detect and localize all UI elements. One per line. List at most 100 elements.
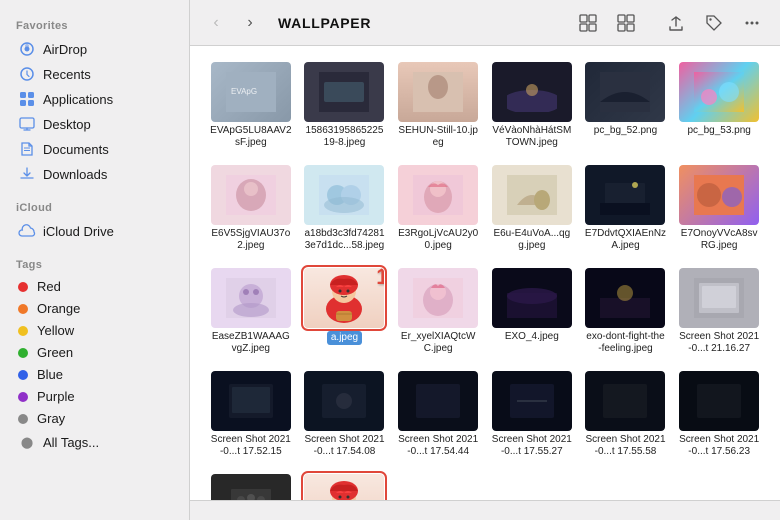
file-thumbnail	[211, 268, 291, 328]
file-name: 15863195865225 19-8.jpeg	[304, 125, 386, 149]
sidebar-item-applications[interactable]: Applications	[6, 87, 183, 111]
sidebar-item-airdrop[interactable]: AirDrop	[6, 37, 183, 61]
tag-red-label: Red	[37, 279, 61, 294]
file-item[interactable]: Screen Shot 2021-0...t 17.52.15	[206, 367, 296, 462]
file-item[interactable]: 15863195865225 19-8.jpeg	[300, 58, 390, 153]
file-thumbnail	[398, 165, 478, 225]
file-item[interactable]: E3RgoLjVcAU2y00.jpeg	[393, 161, 483, 256]
file-name: Screen Shot 2021-0...t 17.55.58	[585, 434, 667, 458]
view-grid-button[interactable]	[572, 9, 604, 37]
file-thumbnail	[585, 371, 665, 431]
file-item[interactable]: pc_bg_52.png	[581, 58, 671, 153]
sidebar-item-recents-label: Recents	[43, 67, 91, 82]
file-name-selected-1: a.jpeg	[327, 331, 362, 345]
file-name: VéVàoNhàHátSMTOWN.jpeg	[491, 125, 573, 149]
file-item[interactable]: Er_xyelXIAQtcWC.jpeg	[393, 264, 483, 359]
sidebar-item-icloud-label: iCloud Drive	[43, 224, 114, 239]
sidebar-item-applications-label: Applications	[43, 92, 113, 107]
file-thumbnail	[304, 62, 384, 122]
file-item[interactable]: EaseZB1WAAAGvgZ.jpeg	[206, 264, 296, 359]
recents-icon	[18, 65, 36, 83]
sidebar-item-desktop[interactable]: Desktop	[6, 112, 183, 136]
file-thumbnail	[492, 268, 572, 328]
tag-blue-label: Blue	[37, 367, 63, 382]
sidebar-item-tag-green[interactable]: Green	[6, 342, 183, 363]
file-item[interactable]: EXO_4.jpeg	[487, 264, 577, 359]
file-item[interactable]: pc_bg_53.png	[674, 58, 764, 153]
file-thumbnail	[492, 371, 572, 431]
all-tags-icon: ⬤	[18, 433, 36, 451]
tag-green-dot	[18, 348, 28, 358]
more-button[interactable]	[736, 9, 768, 37]
file-item[interactable]: wp4049008.jpeg	[206, 470, 296, 500]
file-name: a18bd3c3fd742813e7d1dc...58.jpeg	[304, 228, 386, 252]
badge-1: 1	[376, 268, 384, 290]
sidebar-item-documents[interactable]: Documents	[6, 137, 183, 161]
file-name: pc_bg_53.png	[687, 125, 750, 137]
file-name: Screen Shot 2021-0...t 17.55.27	[491, 434, 573, 458]
tag-orange-label: Orange	[37, 301, 80, 316]
file-name: Screen Shot 2021-0...t 17.54.44	[397, 434, 479, 458]
file-item[interactable]: E7OnoyVVcA8svRG.jpeg	[674, 161, 764, 256]
file-item[interactable]: Screen Shot 2021-0...t 21.16.27	[674, 264, 764, 359]
file-item[interactable]: E7DdvtQXIAEnNzA.jpeg	[581, 161, 671, 256]
file-thumbnail	[492, 165, 572, 225]
file-thumbnail	[585, 268, 665, 328]
file-item[interactable]: SEHUN-Still-10.jpeg	[393, 58, 483, 153]
file-item[interactable]: Screen Shot 2021-0...t 17.54.08	[300, 367, 390, 462]
sidebar-item-tag-red[interactable]: Red	[6, 276, 183, 297]
forward-button[interactable]: ›	[236, 9, 264, 37]
file-item[interactable]: E6V5SjgVIAU37o2.jpeg	[206, 161, 296, 256]
file-name: Screen Shot 2021-0...t 21.16.27	[678, 331, 760, 355]
file-thumbnail	[585, 165, 665, 225]
file-name: Screen Shot 2021-0...t 17.56.23	[678, 434, 760, 458]
icloud-icon	[18, 222, 36, 240]
file-item-selected-1[interactable]: 1 a.jpeg	[300, 264, 390, 359]
file-thumbnail	[492, 62, 572, 122]
file-thumbnail	[398, 62, 478, 122]
toolbar: ‹ › WALLPAPER	[190, 0, 780, 46]
sidebar-item-tag-blue[interactable]: Blue	[6, 364, 183, 385]
file-item[interactable]: VéVàoNhàHátSMTOWN.jpeg	[487, 58, 577, 153]
tag-button[interactable]	[698, 9, 730, 37]
file-item[interactable]: E6u-E4uVoA...qgg.jpeg	[487, 161, 577, 256]
sidebar-item-all-tags[interactable]: ⬤ All Tags...	[6, 430, 183, 454]
file-item[interactable]: Screen Shot 2021-0...t 17.56.23	[674, 367, 764, 462]
sidebar-item-downloads[interactable]: Downloads	[6, 162, 183, 186]
sidebar-item-downloads-label: Downloads	[43, 167, 107, 182]
tag-gray-label: Gray	[37, 411, 65, 426]
applications-icon	[18, 90, 36, 108]
file-item[interactable]: exo-dont-fight-the-feeling.jpeg	[581, 264, 671, 359]
sidebar-item-tag-yellow[interactable]: Yellow	[6, 320, 183, 341]
tag-purple-dot	[18, 392, 28, 402]
sidebar-item-tag-purple[interactable]: Purple	[6, 386, 183, 407]
sidebar-item-tag-orange[interactable]: Orange	[6, 298, 183, 319]
tags-section-label: Tags	[0, 251, 189, 275]
icloud-section-label: iCloud	[0, 194, 189, 218]
file-item[interactable]: EVApG EVApG5LU8AAV2sF.jpeg	[206, 58, 296, 153]
share-button[interactable]	[660, 9, 692, 37]
sidebar-item-recents[interactable]: Recents	[6, 62, 183, 86]
file-thumbnail	[585, 62, 665, 122]
back-button[interactable]: ‹	[202, 9, 230, 37]
file-grid: EVApG EVApG5LU8AAV2sF.jpeg 1586319586522…	[190, 46, 780, 500]
file-name: SEHUN-Still-10.jpeg	[397, 125, 479, 149]
favorites-section-label: Favorites	[0, 12, 189, 36]
file-thumbnail-selected-1: 1	[304, 268, 384, 328]
file-thumbnail	[679, 371, 759, 431]
file-name: Screen Shot 2021-0...t 17.52.15	[210, 434, 292, 458]
file-name: EaseZB1WAAAGvgZ.jpeg	[210, 331, 292, 355]
sidebar-item-icloud-drive[interactable]: iCloud Drive	[6, 219, 183, 243]
file-thumbnail	[398, 371, 478, 431]
file-item[interactable]: Screen Shot 2021-0...t 17.55.27	[487, 367, 577, 462]
file-thumbnail	[398, 268, 478, 328]
file-item[interactable]: Screen Shot 2021-0...t 17.55.58	[581, 367, 671, 462]
file-item[interactable]: a18bd3c3fd742813e7d1dc...58.jpeg	[300, 161, 390, 256]
file-thumbnail	[679, 268, 759, 328]
file-item-selected-2[interactable]: a.jpeg 2 a.jpeg	[300, 470, 390, 500]
sidebar-item-tag-gray[interactable]: Gray	[6, 408, 183, 429]
tag-orange-dot	[18, 304, 28, 314]
tag-yellow-label: Yellow	[37, 323, 74, 338]
file-item[interactable]: Screen Shot 2021-0...t 17.54.44	[393, 367, 483, 462]
view-list-button[interactable]	[610, 9, 642, 37]
